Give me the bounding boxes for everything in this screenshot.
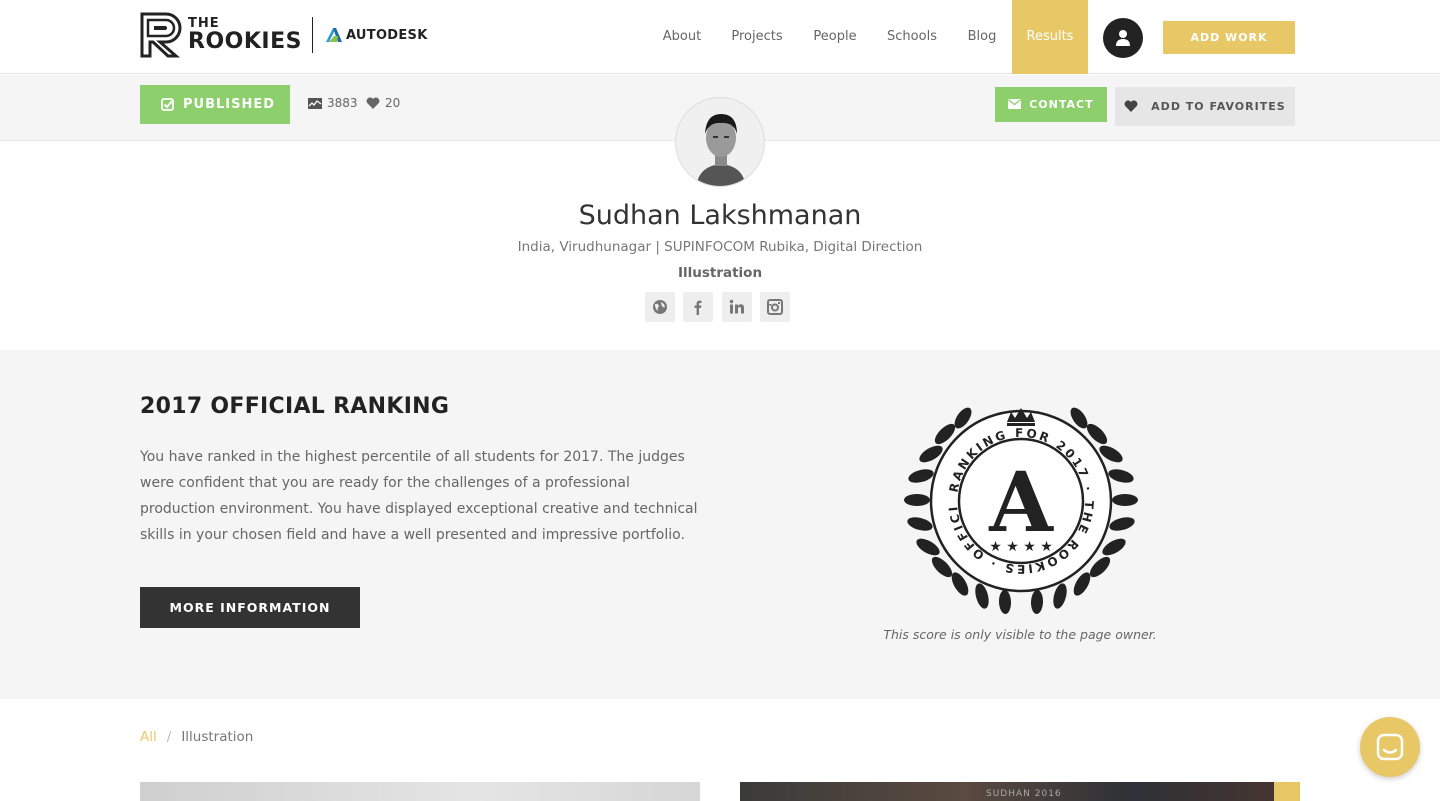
chat-launcher-button[interactable]: [1360, 717, 1420, 777]
globe-icon[interactable]: [645, 292, 675, 322]
filter-separator: /: [166, 729, 172, 745]
thumbnail-type-badge: [1274, 782, 1300, 801]
instagram-icon[interactable]: [760, 292, 790, 322]
autodesk-logo: AUTODESK: [325, 27, 428, 43]
nav-people[interactable]: People: [804, 0, 866, 74]
more-information-button[interactable]: MORE INFORMATION: [140, 587, 360, 628]
filter-illustration[interactable]: Illustration: [181, 729, 253, 745]
project-thumbnail[interactable]: SUDHAN 2016: [740, 782, 1300, 801]
ranking-description: You have ranked in the highest percentil…: [140, 449, 698, 543]
nav-results[interactable]: Results: [1012, 0, 1088, 74]
chat-icon: [1376, 733, 1404, 761]
profile-category: Illustration: [677, 265, 763, 281]
ranking-visibility-note: This score is only visible to the page o…: [883, 627, 1157, 642]
avatar: [675, 97, 765, 187]
likes-count: 20: [385, 96, 401, 110]
instagram-glyph: [767, 299, 783, 315]
published-label: PUBLISHED: [183, 97, 276, 112]
contact-button[interactable]: CONTACT: [995, 87, 1107, 122]
rookies-logo[interactable]: THE ROOKIES AUTODESK: [140, 12, 428, 58]
check-square-icon: [161, 98, 174, 111]
facebook-glyph: [694, 300, 702, 315]
project-thumbnail[interactable]: [140, 782, 700, 801]
filter-all[interactable]: All: [140, 729, 157, 745]
user-account-button[interactable]: [1103, 18, 1143, 58]
user-icon: [1116, 30, 1130, 46]
logo-rookies: ROOKIES: [188, 29, 302, 54]
ranking-title: 2017 OFFICIAL RANKING: [140, 394, 450, 419]
views-chart-icon: [308, 97, 322, 109]
logo-divider: [311, 17, 313, 53]
badge-grade: A: [988, 455, 1054, 551]
thumbnail-label: SUDHAN 2016: [986, 789, 1062, 799]
facebook-icon[interactable]: [683, 292, 713, 322]
published-button[interactable]: PUBLISHED: [140, 85, 290, 124]
ranking-badge: RANKING FOR 2017 · THE ROOKIES · OFFICI A…: [893, 388, 1138, 614]
nav-about[interactable]: About: [652, 0, 712, 74]
globe-glyph: [653, 300, 667, 314]
project-filter-breadcrumb: All / Illustration: [140, 729, 253, 745]
heart-icon: [1124, 100, 1138, 112]
profile-name: Sudhan Lakshmanan: [578, 200, 862, 231]
linkedin-glyph: [729, 299, 744, 314]
nav-projects[interactable]: Projects: [724, 0, 790, 74]
likes-stat: 20: [366, 96, 400, 110]
profile-location: India, Virudhunagar | SUPINFOCOM Rubika,…: [517, 239, 923, 255]
envelope-icon: [1008, 99, 1022, 109]
autodesk-icon: [325, 28, 342, 42]
autodesk-text: AUTODESK: [345, 27, 428, 43]
badge-stars: ★ ★ ★ ★: [989, 539, 1053, 555]
official-ranking-section: 2017 OFFICIAL RANKING You have ranked in…: [0, 350, 1440, 699]
nav-blog[interactable]: Blog: [958, 0, 1006, 74]
svg-text:★ ★ ★ ★: ★ ★ ★ ★: [989, 539, 1053, 555]
add-to-favorites-button[interactable]: ADD TO FAVORITES: [1115, 87, 1295, 126]
favorites-label: ADD TO FAVORITES: [1151, 100, 1286, 113]
nav-schools[interactable]: Schools: [880, 0, 944, 74]
add-work-button[interactable]: ADD WORK: [1163, 21, 1295, 54]
site-header: THE ROOKIES AUTODESK About Projects Peop…: [0, 0, 1440, 74]
linkedin-icon[interactable]: [722, 292, 752, 322]
profile-photo: [676, 98, 764, 186]
views-count: 3883: [327, 96, 358, 110]
crown-icon: [1007, 408, 1035, 422]
views-stat: 3883: [308, 96, 358, 110]
contact-label: CONTACT: [1029, 98, 1094, 111]
heart-icon: [366, 97, 380, 109]
rookies-r-icon: [140, 12, 182, 58]
